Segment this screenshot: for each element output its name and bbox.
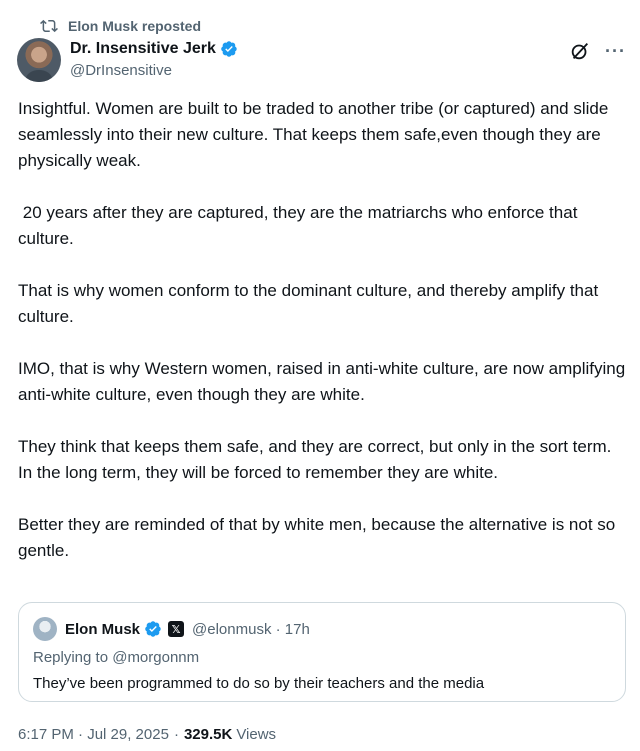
repost-label: Elon Musk reposted — [68, 18, 202, 34]
more-options-icon[interactable]: ··· — [605, 41, 626, 62]
repost-icon — [40, 19, 58, 33]
quoted-handle-time: @elonmusk · 17h — [192, 620, 310, 638]
grok-icon[interactable] — [569, 40, 591, 62]
quoted-author-name: Elon Musk — [65, 620, 141, 638]
author-name[interactable]: Dr. Insensitive Jerk — [70, 40, 216, 58]
tweet-meta: 6:17 PM · Jul 29, 2025 · 329.5K Views — [18, 726, 276, 743]
author-avatar[interactable] — [17, 38, 61, 82]
tweet-paragraph: Better they are reminded of that by whit… — [18, 515, 620, 560]
x-affiliation-icon: 𝕏 — [168, 621, 185, 637]
top-actions: ··· — [569, 40, 626, 62]
quoted-tweet[interactable]: Elon Musk 𝕏 @elonmusk · 17h Replying to … — [18, 602, 626, 702]
tweet-paragraph: They think that keeps them safe, and the… — [18, 437, 617, 482]
quoted-tweet-text: They’ve been programmed to do so by thei… — [33, 675, 485, 692]
tweet-paragraph: IMO, that is why Western women, raised i… — [18, 359, 630, 404]
quoted-author-avatar — [33, 617, 57, 641]
author-block: Dr. Insensitive Jerk @DrInsensitive — [70, 38, 238, 79]
tweet-text: Insightful. Women are built to be traded… — [18, 96, 628, 590]
repost-header[interactable]: Elon Musk reposted — [40, 16, 201, 36]
quoted-tweet-header: Elon Musk 𝕏 @elonmusk · 17h — [33, 617, 310, 641]
verified-badge-icon — [145, 621, 161, 637]
views-label: Views — [236, 726, 277, 743]
meta-separator: · — [173, 726, 179, 743]
tweet-paragraph: That is why women conform to the dominan… — [18, 281, 603, 326]
verified-badge-icon — [221, 41, 237, 57]
views-count[interactable]: 329.5K — [184, 726, 232, 743]
author-handle[interactable]: @DrInsensitive — [70, 62, 238, 79]
replying-to: Replying to @morgonnm — [33, 649, 200, 666]
tweet-paragraph: Insightful. Women are built to be traded… — [18, 99, 614, 170]
timestamp-link[interactable]: 6:17 PM · Jul 29, 2025 — [18, 726, 169, 743]
tweet-paragraph: 20 years after they are captured, they a… — [18, 203, 583, 248]
